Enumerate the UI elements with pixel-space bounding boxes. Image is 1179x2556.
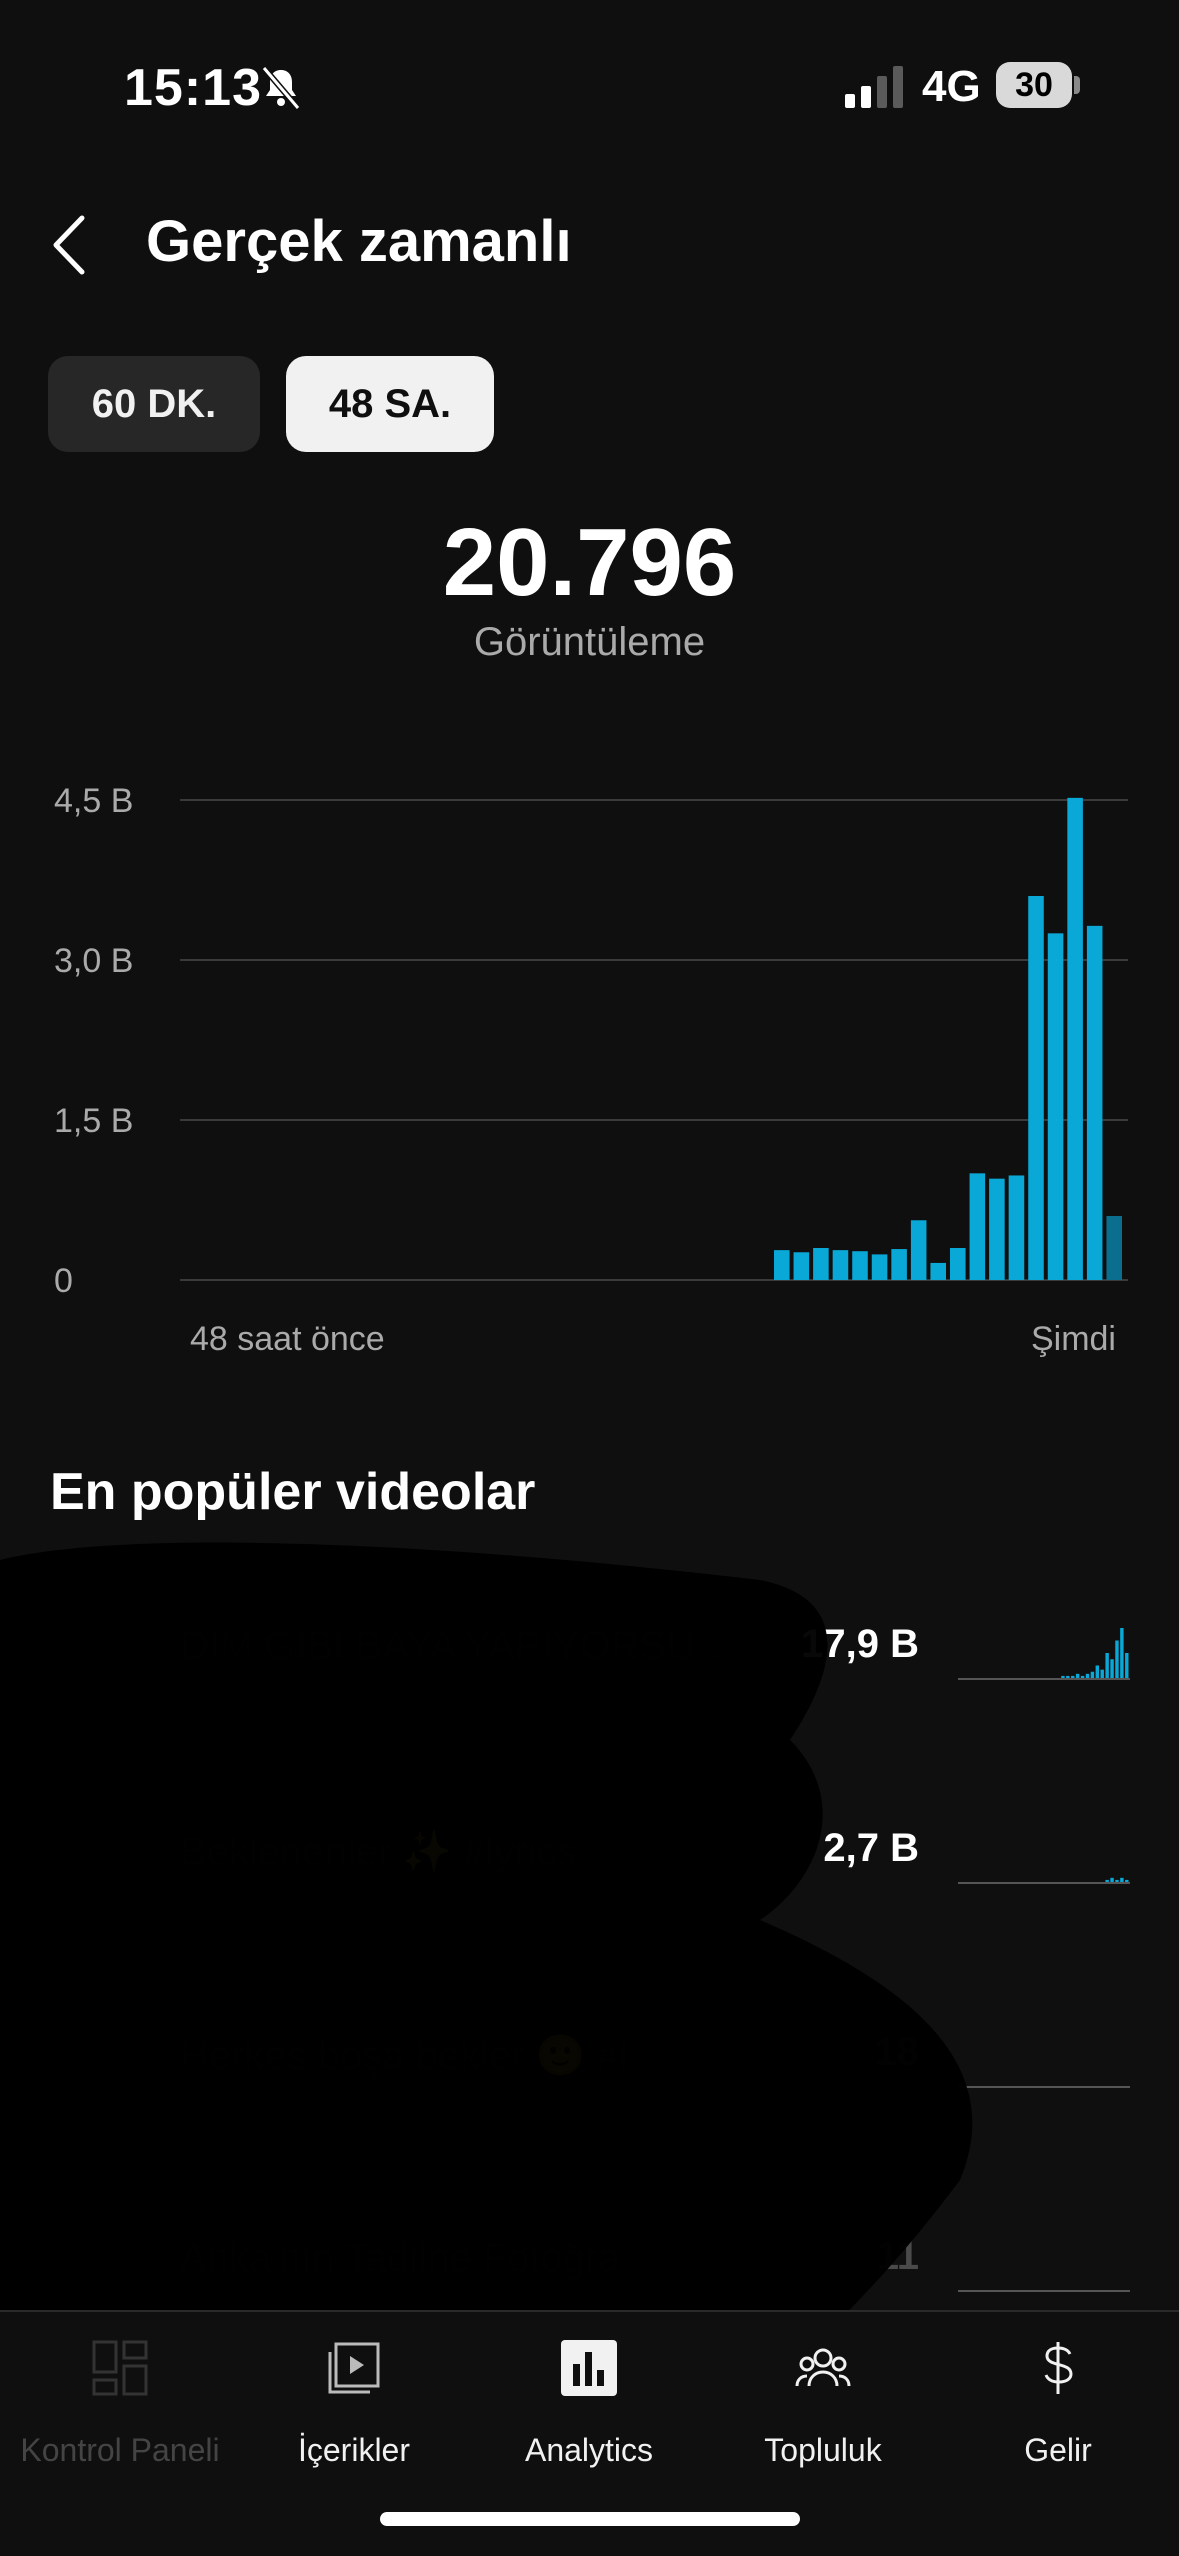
sparkline-bar — [1095, 1665, 1100, 1678]
y-tick-label: 4,5 B — [54, 782, 133, 820]
chart-bar — [774, 1250, 790, 1280]
battery-icon: 30 — [996, 62, 1080, 108]
sparkline-bar — [1120, 1877, 1124, 1882]
chart-bar — [832, 1250, 849, 1280]
nav-item-content[interactable]: İçerikler — [236, 2340, 472, 2490]
dollar-icon — [1044, 2342, 1073, 2394]
video-views: 17,9 B — [801, 1622, 919, 1666]
home-indicator[interactable] — [380, 2512, 800, 2526]
sparkline-bar — [1080, 1675, 1085, 1678]
video-thumbnail — [48, 1794, 142, 1924]
nav-label: Gelir — [1024, 2432, 1092, 2468]
chart-bar — [950, 1248, 966, 1280]
sparkline-bar — [1110, 1877, 1114, 1882]
video-sparkline — [958, 2086, 1130, 2088]
sparkline-bar — [1105, 1653, 1109, 1678]
network-type: 4G — [922, 62, 981, 111]
views-label: Görüntüleme — [473, 620, 706, 664]
video-thumbnail — [48, 1998, 142, 2128]
video-title: Herkes boşa bekler 🙂 #l... — [180, 2034, 662, 2078]
chart-bar — [1028, 896, 1044, 1280]
chart-bar — [1008, 1175, 1025, 1280]
tab-48-hours[interactable]: 48 SA. — [286, 356, 494, 452]
chart-bar — [1067, 797, 1083, 1280]
battery-level: 30 — [996, 62, 1072, 108]
video-views: 11 — [876, 2234, 919, 2278]
video-views: 2,7 B — [823, 1826, 919, 1870]
chart-bar — [969, 1173, 986, 1280]
video-row[interactable]: Beklenenler ✨ #lyrics 2,7 B — [0, 1774, 1179, 1944]
back-arrow-icon[interactable] — [46, 210, 92, 280]
chart-bar — [871, 1254, 888, 1280]
video-thumbnail — [48, 1590, 142, 1720]
sparkline-bar — [1120, 1628, 1124, 1678]
sparkline-bar — [1061, 1675, 1065, 1678]
sparkline-bar — [1071, 1675, 1075, 1678]
video-title: Beklenenler ✨ #lyrics — [180, 1830, 577, 1874]
chart-bar — [910, 1220, 927, 1280]
chart-bar — [852, 1251, 868, 1280]
nav-item-community[interactable]: Topluluk — [705, 2340, 941, 2490]
chart-bar — [1047, 933, 1064, 1280]
sparkline-bar — [1110, 1659, 1114, 1678]
community-icon — [795, 2348, 851, 2387]
chart-bar — [813, 1248, 829, 1280]
video-title: Anka'nın Tadilne Fotoğra... — [180, 2236, 654, 2280]
sparkline-bar — [1090, 1671, 1095, 1678]
nav-label: İçerikler — [297, 2432, 410, 2468]
chart-bar — [891, 1249, 907, 1280]
nav-label: Analytics — [524, 2432, 654, 2468]
sparkline-bar — [1085, 1673, 1090, 1678]
nav-item-dashboard[interactable]: Kontrol Paneli — [2, 2340, 238, 2490]
chart-bar — [1106, 1216, 1122, 1280]
y-tick-label: 1,5 B — [54, 1102, 133, 1140]
sparkline-bar — [1125, 1653, 1129, 1678]
nav-item-analytics[interactable]: Analytics — [471, 2340, 707, 2490]
chart-bar — [989, 1178, 1005, 1280]
video-row[interactable]: Herkes boşa bekler 🙂 #l... 18 — [0, 1978, 1179, 2148]
bell-muted-icon — [261, 66, 301, 110]
sparkline-bar — [1115, 1879, 1119, 1882]
chart-bar — [1086, 925, 1103, 1280]
sparkline-bar — [1100, 1669, 1104, 1678]
sparkline-bar — [1075, 1673, 1080, 1678]
nav-item-revenue[interactable]: Gelir — [940, 2340, 1176, 2490]
views-count: 20.796 — [442, 509, 737, 616]
nav-label: Kontrol Paneli — [20, 2432, 220, 2468]
x-end-label: Şimdi — [1031, 1320, 1116, 1358]
status-time: 15:13 — [124, 59, 262, 117]
sparkline-bar — [1105, 1879, 1109, 1882]
video-row[interactable]: DIM GIBI BAYA YAPIYORSUN... 17,9 B — [0, 1570, 1179, 1740]
chart-bar — [793, 1252, 810, 1280]
page-title: Gerçek zamanlı — [146, 209, 572, 274]
content-icon — [328, 2342, 380, 2394]
analytics-icon — [561, 2340, 617, 2396]
dashboard-icon — [92, 2340, 148, 2396]
status-bar: 15:13 4G 30 — [0, 0, 1179, 170]
video-sparkline — [958, 1628, 1130, 1680]
nav-label: Topluluk — [764, 2432, 882, 2468]
x-start-label: 48 saat önce — [190, 1320, 385, 1358]
views-bar-chart: 4,5 B 3,0 B 1,5 B 0 48 saat önce Şimdi — [54, 782, 1128, 1358]
sparkline-bar — [1115, 1640, 1119, 1678]
y-tick-label: 3,0 B — [54, 942, 133, 980]
video-sparkline — [958, 2290, 1130, 2292]
sparkline-bar — [1125, 1879, 1129, 1882]
video-title: DIM GIBI BAYA YAPIYORSUN... — [180, 1624, 750, 1668]
y-tick-label: 0 — [54, 1262, 73, 1300]
video-views: 18 — [874, 2030, 920, 2074]
chart-bar — [930, 1262, 946, 1280]
section-title: En popüler videolar — [50, 1463, 536, 1521]
tab-60-minutes[interactable]: 60 DK. — [48, 356, 260, 452]
signal-icon — [845, 66, 903, 108]
video-sparkline — [958, 1877, 1130, 1884]
sparkline-bar — [1066, 1675, 1070, 1678]
